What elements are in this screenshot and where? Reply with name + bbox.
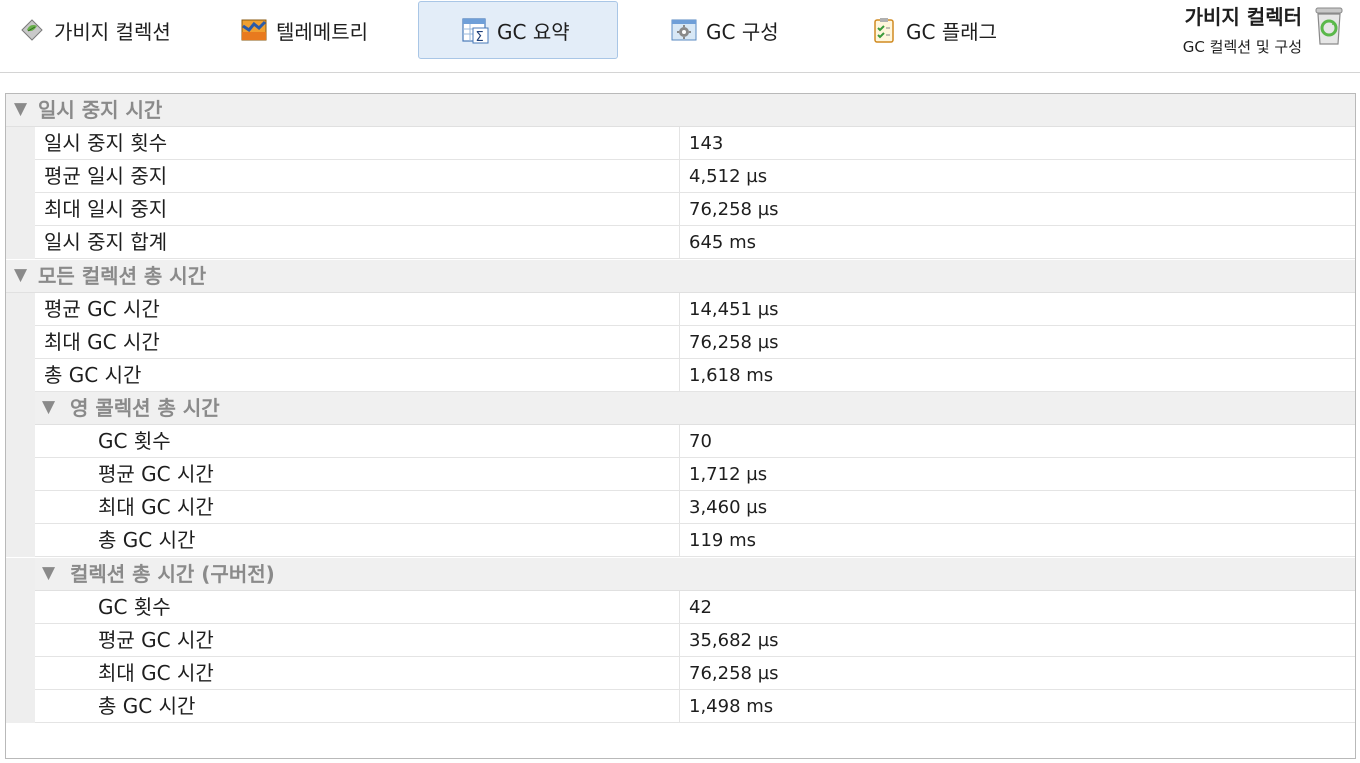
table-row[interactable]: 총 GC 시간 1,618 ms bbox=[6, 359, 1355, 392]
group-row-all-collections[interactable]: ▼ 모든 컬렉션 총 시간 bbox=[6, 260, 1355, 293]
summary-tree-table: ▼ 일시 중지 시간 일시 중지 횟수 143 평균 일시 중지 4,512 µ… bbox=[5, 93, 1356, 759]
tab-telemetry[interactable]: 텔레메트리 bbox=[240, 1, 390, 59]
table-row[interactable]: 일시 중지 합계 645 ms bbox=[6, 226, 1355, 259]
group-label: 컬렉션 총 시간 (구버전) bbox=[70, 562, 275, 586]
group-label: 일시 중지 시간 bbox=[38, 98, 163, 122]
row-name: 최대 GC 시간 bbox=[44, 330, 160, 354]
tab-gc-flags[interactable]: GC 플래그 bbox=[870, 1, 1020, 59]
checklist-icon bbox=[870, 16, 898, 44]
row-value: 4,512 µs bbox=[679, 160, 1355, 193]
row-value: 76,258 µs bbox=[679, 326, 1355, 359]
table-row[interactable]: 평균 GC 시간 35,682 µs bbox=[6, 624, 1355, 657]
row-name: 총 GC 시간 bbox=[44, 363, 142, 387]
recycle-bin-icon bbox=[1312, 6, 1346, 46]
collapse-triangle-icon[interactable]: ▼ bbox=[14, 260, 27, 293]
table-row[interactable]: 평균 일시 중지 4,512 µs bbox=[6, 160, 1355, 193]
table-row[interactable]: 최대 GC 시간 76,258 µs bbox=[6, 326, 1355, 359]
row-value: 645 ms bbox=[679, 226, 1355, 259]
telemetry-chart-icon bbox=[240, 16, 268, 44]
row-name: 총 GC 시간 bbox=[98, 694, 196, 718]
svg-text:Σ: Σ bbox=[476, 30, 484, 44]
table-row[interactable]: 총 GC 시간 119 ms bbox=[6, 524, 1355, 557]
tab-garbage-collection[interactable]: 가비지 컬렉션 bbox=[18, 1, 198, 59]
row-value: 70 bbox=[679, 425, 1355, 458]
row-value: 35,682 µs bbox=[679, 624, 1355, 657]
tab-label: 텔레메트리 bbox=[276, 19, 368, 44]
summary-sigma-icon: Σ bbox=[461, 16, 489, 44]
row-value: 1,618 ms bbox=[679, 359, 1355, 392]
garbage-collection-icon bbox=[18, 16, 46, 44]
collapse-triangle-icon[interactable]: ▼ bbox=[14, 94, 27, 127]
tab-label: GC 요약 bbox=[497, 19, 570, 44]
collapse-triangle-icon[interactable]: ▼ bbox=[42, 392, 55, 425]
tab-label: 가비지 컬렉션 bbox=[54, 19, 171, 44]
row-name: 일시 중지 횟수 bbox=[44, 131, 168, 155]
view-header: 가비지 컬렉터 GC 컬렉션 및 구성 bbox=[1183, 4, 1302, 64]
table-row[interactable]: 최대 GC 시간 3,460 µs bbox=[6, 491, 1355, 524]
row-value: 1,498 ms bbox=[679, 690, 1355, 723]
table-row[interactable]: 총 GC 시간 1,498 ms bbox=[6, 690, 1355, 723]
row-name: 최대 GC 시간 bbox=[98, 495, 214, 519]
group-label: 모든 컬렉션 총 시간 bbox=[38, 264, 207, 288]
table-row[interactable]: 최대 GC 시간 76,258 µs bbox=[6, 657, 1355, 690]
table-row[interactable]: 일시 중지 횟수 143 bbox=[6, 127, 1355, 160]
row-name: 최대 GC 시간 bbox=[98, 661, 214, 685]
row-value: 119 ms bbox=[679, 524, 1355, 557]
row-value: 14,451 µs bbox=[679, 293, 1355, 326]
row-name: 평균 GC 시간 bbox=[98, 628, 214, 652]
row-name: 평균 일시 중지 bbox=[44, 164, 168, 188]
config-gear-icon bbox=[670, 16, 698, 44]
group-row-old-collections[interactable]: ▼ 컬렉션 총 시간 (구버전) bbox=[6, 558, 1355, 591]
tab-gc-config[interactable]: GC 구성 bbox=[670, 1, 800, 59]
view-title: 가비지 컬렉터 bbox=[1184, 5, 1302, 29]
row-name: 총 GC 시간 bbox=[98, 528, 196, 552]
row-value: 3,460 µs bbox=[679, 491, 1355, 524]
tab-label: GC 플래그 bbox=[906, 19, 998, 44]
table-row[interactable]: GC 횟수 70 bbox=[6, 425, 1355, 458]
group-row-young-collections[interactable]: ▼ 영 콜렉션 총 시간 bbox=[6, 392, 1355, 425]
row-name: GC 횟수 bbox=[98, 429, 171, 453]
row-name: 최대 일시 중지 bbox=[44, 197, 168, 221]
row-value: 1,712 µs bbox=[679, 458, 1355, 491]
row-value: 143 bbox=[679, 127, 1355, 160]
group-row-pause-time[interactable]: ▼ 일시 중지 시간 bbox=[6, 94, 1355, 127]
row-name: 일시 중지 합계 bbox=[44, 230, 168, 254]
view-subtitle: GC 컬렉션 및 구성 bbox=[1182, 38, 1302, 56]
row-value: 42 bbox=[679, 591, 1355, 624]
tab-gc-summary[interactable]: Σ GC 요약 bbox=[418, 1, 618, 59]
toolbar: 가비지 컬렉션 텔레메트리 Σ GC 요약 GC 구성 GC 플래그 가비지 컬… bbox=[0, 0, 1360, 73]
row-name: 평균 GC 시간 bbox=[44, 297, 160, 321]
row-value: 76,258 µs bbox=[679, 193, 1355, 226]
table-row[interactable]: 최대 일시 중지 76,258 µs bbox=[6, 193, 1355, 226]
row-name: 평균 GC 시간 bbox=[98, 462, 214, 486]
table-row[interactable]: 평균 GC 시간 14,451 µs bbox=[6, 293, 1355, 326]
collapse-triangle-icon[interactable]: ▼ bbox=[42, 558, 55, 591]
tab-label: GC 구성 bbox=[706, 19, 779, 44]
row-name: GC 횟수 bbox=[98, 595, 171, 619]
row-value: 76,258 µs bbox=[679, 657, 1355, 690]
table-row[interactable]: GC 횟수 42 bbox=[6, 591, 1355, 624]
table-row[interactable]: 평균 GC 시간 1,712 µs bbox=[6, 458, 1355, 491]
group-label: 영 콜렉션 총 시간 bbox=[70, 396, 220, 420]
